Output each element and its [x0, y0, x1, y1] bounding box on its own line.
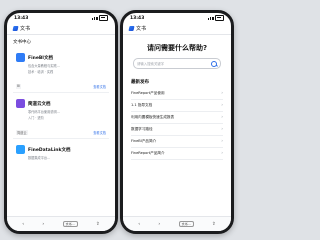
chevron-right-icon: ›	[221, 151, 223, 156]
browser-toolbar: ‹ › 文书… ⇪	[123, 216, 231, 231]
forward-icon[interactable]: ›	[42, 222, 44, 227]
app-title: 文书	[20, 26, 31, 32]
back-icon[interactable]: ‹	[22, 222, 24, 227]
app-header: 文书	[123, 23, 231, 35]
status-bar: 13:43	[123, 13, 231, 23]
app-title: 文书	[136, 26, 147, 32]
url-pill[interactable]: 文书…	[62, 221, 78, 227]
chevron-right-icon: ›	[221, 139, 223, 144]
article-row[interactable]: 数据学习路径 ›	[131, 124, 223, 136]
url-pill[interactable]: 文书…	[178, 221, 194, 227]
article-row[interactable]: FineBI产品简介 ›	[131, 136, 223, 148]
chevron-right-icon: ›	[221, 91, 223, 96]
forward-icon[interactable]: ›	[158, 222, 160, 227]
browser-toolbar: ‹ › 文书… ⇪	[7, 216, 115, 231]
search-icon[interactable]	[211, 60, 217, 67]
share-icon[interactable]: ⇪	[96, 222, 100, 227]
doc-card[interactable]: FineDataLink文档 数据集成平台…	[13, 142, 109, 172]
status-icons	[207, 15, 224, 21]
doc-icon	[16, 53, 25, 62]
doc-desc-2: 技术 · 培训 · 实践	[28, 70, 54, 74]
article-row[interactable]: FineReport产品使用 ›	[131, 88, 223, 100]
right-phone: 13:43 文书 请问需要什么帮助? 请输入搜索关键字 最新发布 FineRep…	[120, 10, 234, 234]
chevron-right-icon: ›	[221, 103, 223, 108]
hero-title: 请问需要什么帮助?	[146, 44, 208, 52]
view-doc-link[interactable]: 查看文档	[93, 130, 106, 135]
doc-desc: 包含大量教程与实践…	[28, 64, 60, 68]
doc-icon	[16, 145, 25, 154]
battery-icon	[99, 15, 108, 21]
doc-desc: 数据集成平台…	[28, 156, 51, 160]
search-bar[interactable]: 请输入搜索关键字	[133, 58, 221, 69]
article-title: FineReport产品使用	[131, 91, 165, 95]
article-title: FineReport产品简介	[131, 151, 165, 155]
doc-name: FineDataLink文档	[28, 147, 71, 153]
doc-tag: BI	[16, 84, 22, 89]
left-phone: 13:43 文书 文书中心 FineBI文档 包含大量教程与实践… 技术 · 培…	[4, 10, 118, 234]
article-row[interactable]: 1.1 指导文档 ›	[131, 100, 223, 112]
share-icon[interactable]: ⇪	[212, 222, 216, 227]
doc-icon	[16, 99, 25, 108]
article-title: 1.1 指导文档	[131, 103, 153, 107]
app-logo-icon	[12, 26, 19, 31]
battery-icon	[215, 15, 224, 21]
signal-icon	[91, 16, 98, 20]
status-time: 13:43	[130, 15, 145, 21]
doc-tag: 简道云	[16, 130, 28, 135]
article-title: 数据学习路径	[131, 127, 153, 131]
article-title: FineBI产品简介	[131, 139, 157, 143]
article-row[interactable]: FineReport产品简介 ›	[131, 148, 223, 160]
doc-desc-2: 入门 · 进阶	[28, 116, 44, 120]
doc-name: 简道云文档	[28, 101, 51, 107]
status-bar: 13:43	[7, 13, 115, 23]
status-icons	[91, 15, 108, 21]
article-title: 利用内置模板快速生成报表	[131, 115, 175, 119]
doc-desc: 零代码平台使用说明…	[28, 110, 60, 114]
status-time: 13:43	[14, 15, 29, 21]
signal-icon	[207, 16, 214, 20]
search-input[interactable]: 请输入搜索关键字	[137, 61, 209, 66]
article-row[interactable]: 利用内置模板快速生成报表 ›	[131, 112, 223, 124]
screenshot-stage: 13:43 文书 文书中心 FineBI文档 包含大量教程与实践… 技术 · 培…	[0, 0, 240, 240]
view-doc-link[interactable]: 查看文档	[93, 84, 106, 89]
chevron-right-icon: ›	[221, 127, 223, 132]
app-logo-icon	[128, 26, 135, 31]
chevron-right-icon: ›	[221, 115, 223, 120]
doc-name: FineBI文档	[28, 55, 53, 61]
latest-heading: 最新发布	[131, 80, 149, 85]
doc-card[interactable]: FineBI文档 包含大量教程与实践… 技术 · 培训 · 实践 BI 查看文档	[13, 50, 109, 93]
back-icon[interactable]: ‹	[138, 222, 140, 227]
section-title: 文书中心	[13, 40, 31, 45]
app-header: 文书	[7, 23, 115, 35]
doc-card[interactable]: 简道云文档 零代码平台使用说明… 入门 · 进阶 简道云 查看文档	[13, 96, 109, 139]
